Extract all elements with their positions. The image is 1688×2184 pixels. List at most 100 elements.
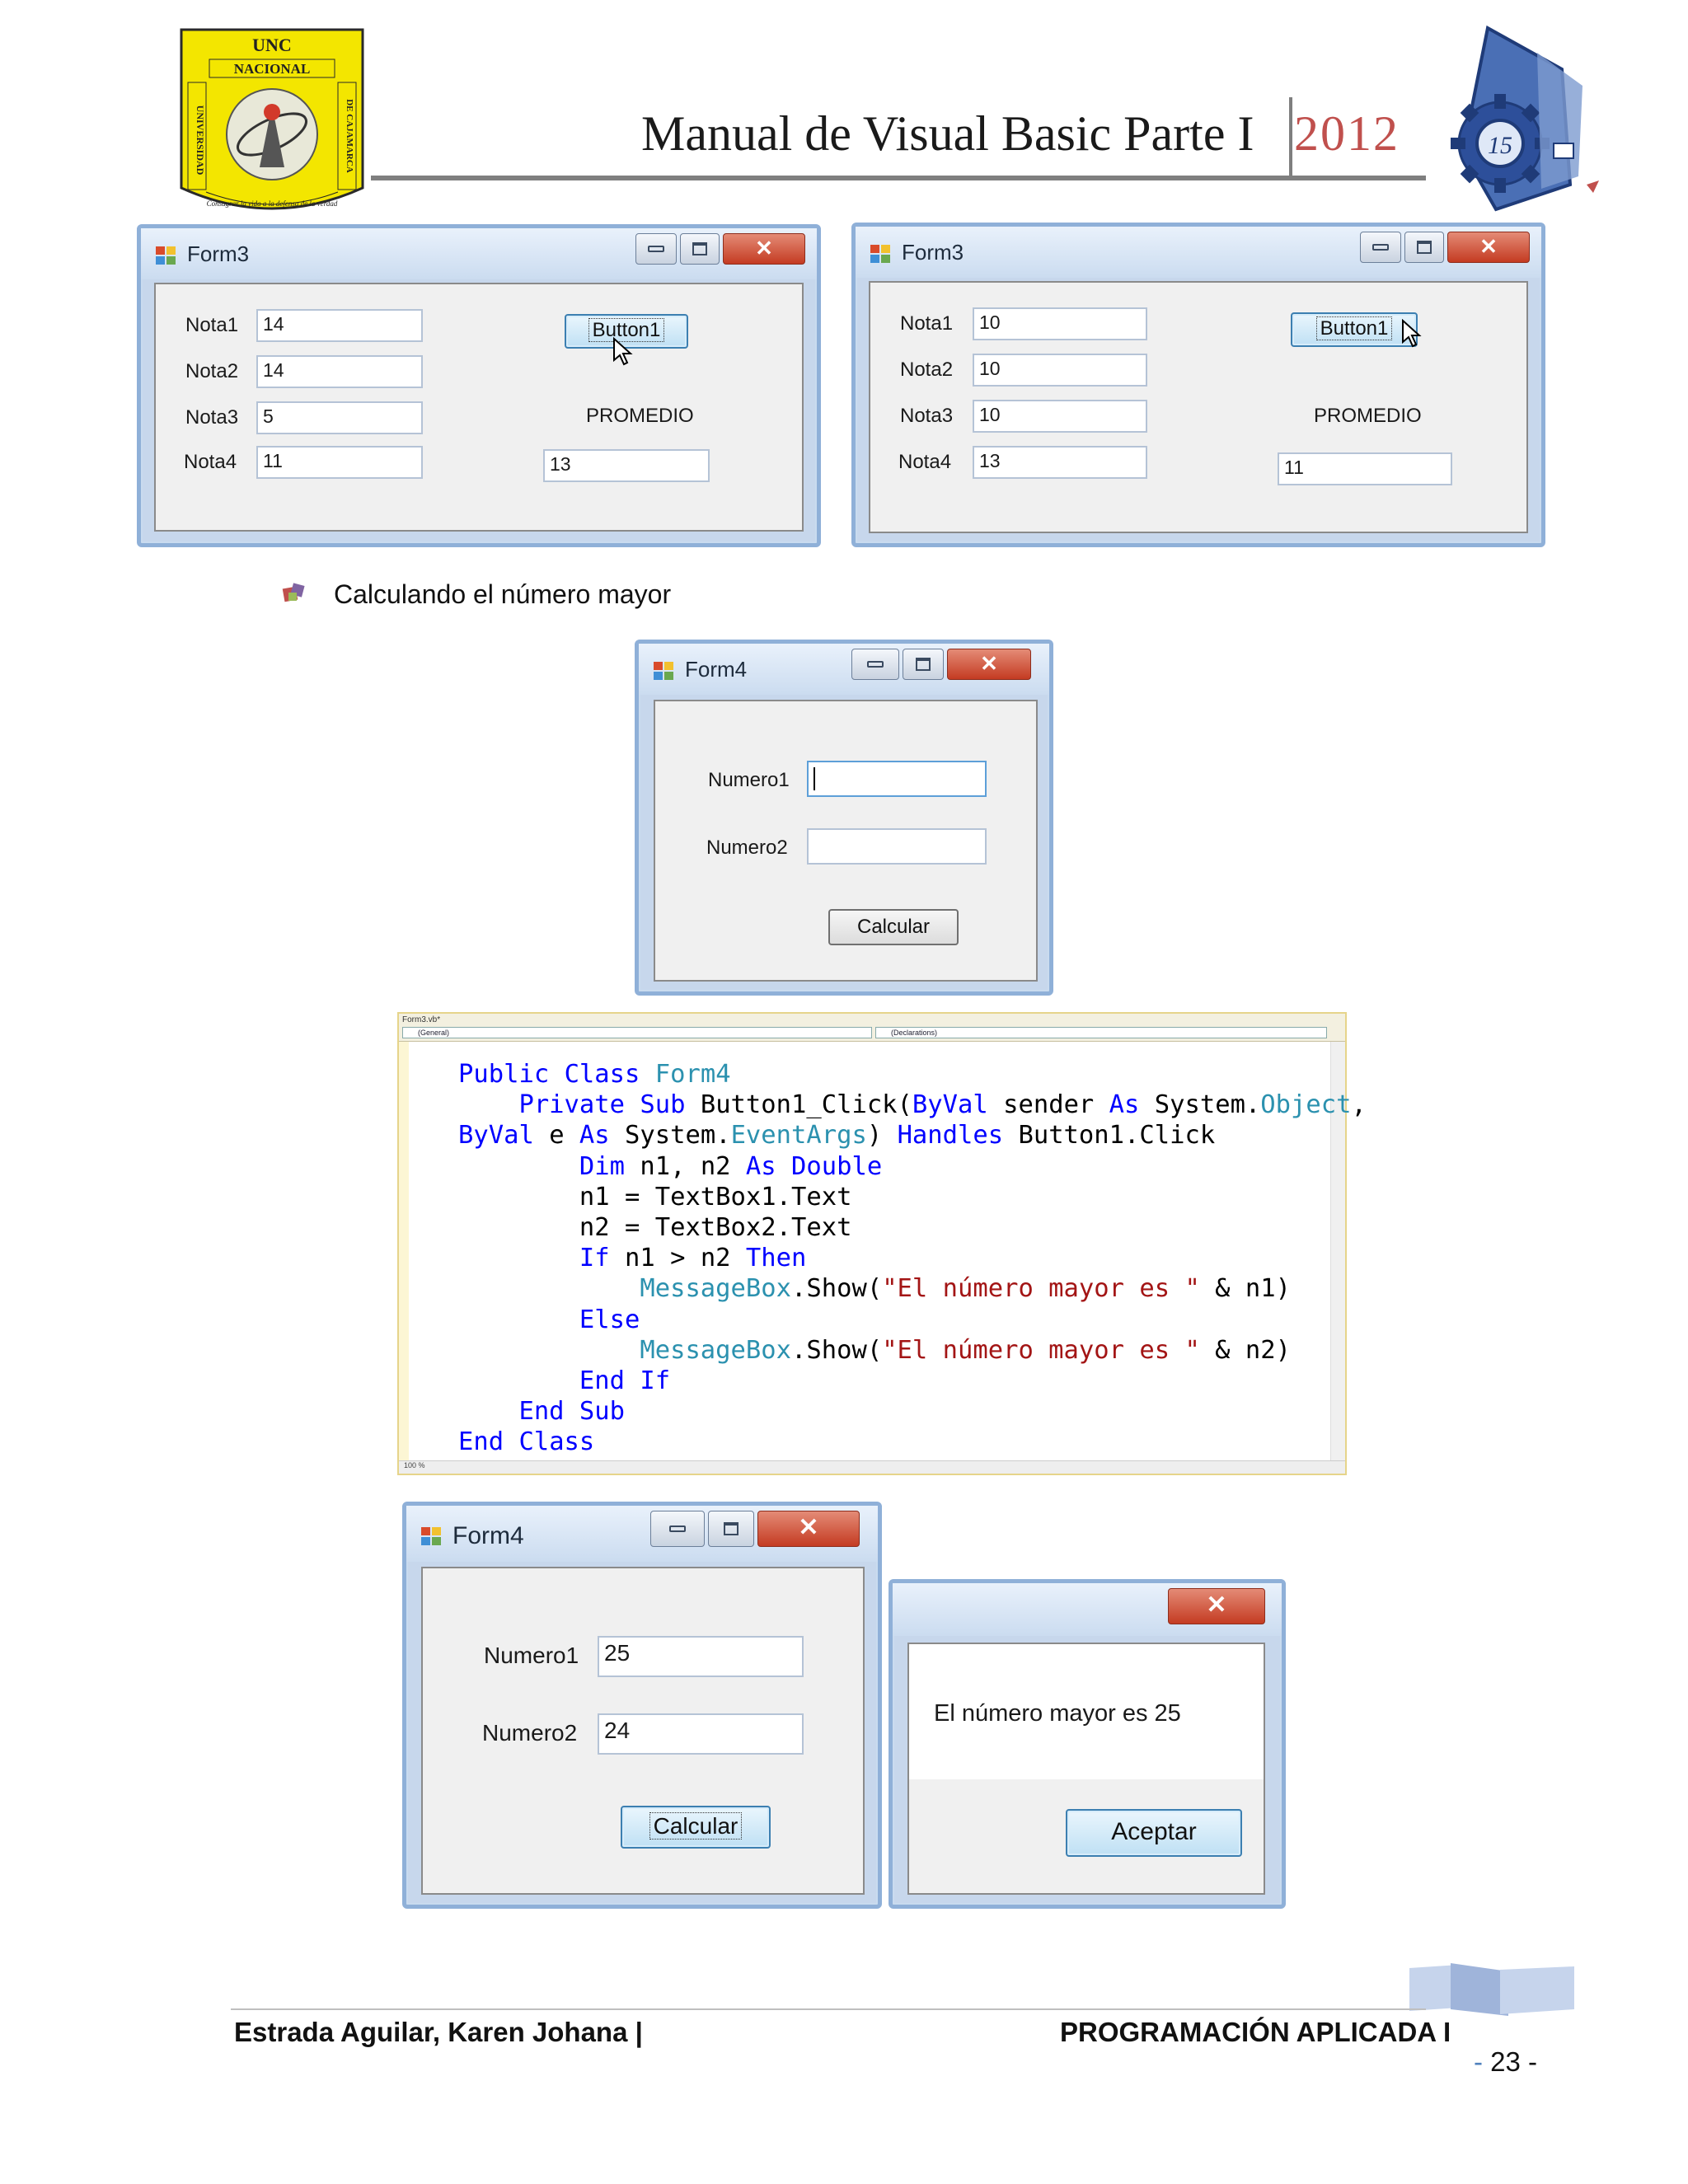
minimize-button[interactable] bbox=[635, 233, 677, 265]
svg-text:UNC: UNC bbox=[252, 35, 292, 55]
promedio-textbox[interactable]: 11 bbox=[1278, 452, 1452, 485]
code-line: End Class bbox=[458, 1427, 595, 1457]
numero2-label: Numero2 bbox=[482, 1720, 578, 1746]
editor-tab[interactable]: Form3.vb* bbox=[402, 1015, 440, 1024]
close-icon: ✕ bbox=[755, 236, 773, 260]
numero1-label: Numero1 bbox=[484, 1643, 579, 1668]
form3-title-bar[interactable]: Form3 ✕ bbox=[141, 228, 817, 279]
page-number-value: 23 bbox=[1490, 2046, 1521, 2077]
nota1-label: Nota1 bbox=[185, 314, 239, 336]
text-caret bbox=[814, 767, 815, 790]
message-box: ✕ El número mayor es 25 Aceptar bbox=[889, 1579, 1286, 1909]
editor-status: 100 % bbox=[399, 1460, 1345, 1474]
nota1-textbox[interactable]: 14 bbox=[256, 309, 423, 342]
calcular-button[interactable]: Calcular bbox=[828, 909, 959, 945]
maximize-button[interactable] bbox=[1404, 232, 1444, 263]
promedio-label: PROMEDIO bbox=[586, 405, 694, 427]
minimize-button[interactable] bbox=[1360, 232, 1401, 263]
title-divider bbox=[1289, 97, 1292, 176]
button1[interactable]: Button1 bbox=[1291, 312, 1418, 347]
nota3-label: Nota3 bbox=[900, 405, 954, 427]
maximize-icon bbox=[1417, 241, 1432, 254]
svg-text:NACIONAL: NACIONAL bbox=[234, 61, 311, 77]
nota4-label: Nota4 bbox=[898, 451, 952, 473]
nota3-textbox[interactable]: 10 bbox=[973, 400, 1147, 433]
maximize-button[interactable] bbox=[708, 1511, 754, 1547]
message-box-client-area: El número mayor es 25 Aceptar bbox=[907, 1643, 1265, 1895]
numero2-textbox[interactable] bbox=[807, 828, 987, 865]
close-button[interactable]: ✕ bbox=[757, 1511, 860, 1547]
numero1-textbox[interactable] bbox=[807, 761, 987, 797]
numero2-textbox[interactable]: 24 bbox=[598, 1713, 804, 1755]
maximize-icon bbox=[724, 1522, 738, 1535]
form-icon bbox=[870, 245, 892, 265]
promedio-textbox[interactable]: 13 bbox=[543, 449, 710, 482]
page-number: - 23 - bbox=[1474, 2046, 1538, 2077]
form4-client-area: Numero1 25 Numero2 24 Calcular bbox=[421, 1567, 865, 1895]
code-line: Else bbox=[579, 1305, 640, 1334]
nota2-textbox[interactable]: 14 bbox=[256, 355, 423, 388]
footer-course: PROGRAMACIÓN APLICADA I bbox=[1060, 2017, 1451, 2047]
code-line: If n1 > n2 Then bbox=[579, 1244, 807, 1273]
nota4-textbox[interactable]: 11 bbox=[256, 446, 423, 479]
close-icon: ✕ bbox=[1479, 234, 1498, 259]
message-text: El número mayor es 25 bbox=[934, 1700, 1181, 1727]
section-heading: Calculando el número mayor bbox=[334, 579, 672, 609]
close-icon: ✕ bbox=[798, 1514, 819, 1541]
code-line: MessageBox.Show("El número mayor es " & … bbox=[640, 1274, 1291, 1304]
code-line: Dim n1, n2 As Double bbox=[579, 1151, 883, 1181]
code-text[interactable]: Public Class Form4 Private Sub Button1_C… bbox=[458, 1059, 1367, 1458]
footer-author: Estrada Aguilar, Karen Johana | bbox=[234, 2017, 643, 2047]
numero1-textbox[interactable]: 25 bbox=[598, 1636, 804, 1677]
close-icon: ✕ bbox=[1206, 1591, 1227, 1619]
code-line: End If bbox=[579, 1366, 671, 1396]
university-seal-logo: UNC NACIONAL UNIVERSIDAD DE CAJAMARCA Co… bbox=[180, 28, 364, 210]
form4-title-bar[interactable]: Form4 ✕ bbox=[639, 644, 1049, 695]
nota1-label: Nota1 bbox=[900, 312, 954, 335]
form3-client-area: Nota1 10 Nota2 10 Nota3 10 Nota4 13 Butt… bbox=[869, 281, 1528, 533]
form3-title-bar[interactable]: Form3 ✕ bbox=[856, 227, 1541, 278]
form4-window-empty: Form4 ✕ Numero1 Numero2 Calcular bbox=[635, 640, 1053, 996]
method-name-combo[interactable]: (Declarations) bbox=[875, 1027, 1327, 1038]
nota4-textbox[interactable]: 13 bbox=[973, 446, 1147, 479]
code-line: MessageBox.Show("El número mayor es " & … bbox=[640, 1335, 1291, 1365]
form4-client-area: Numero1 Numero2 Calcular bbox=[654, 700, 1038, 982]
code-editor[interactable]: Form3.vb* (General) (Declarations) 100 %… bbox=[397, 1012, 1367, 1475]
window-title: Form4 bbox=[685, 657, 748, 682]
calcular-label: Calcular bbox=[649, 1812, 743, 1840]
maximize-icon bbox=[692, 242, 707, 255]
svg-text:UNIVERSIDAD: UNIVERSIDAD bbox=[195, 105, 206, 176]
message-box-title-bar[interactable]: ✕ bbox=[893, 1583, 1282, 1636]
nota1-textbox[interactable]: 10 bbox=[973, 307, 1147, 340]
close-button[interactable]: ✕ bbox=[1447, 232, 1530, 263]
maximize-button[interactable] bbox=[680, 233, 720, 265]
form4-title-bar[interactable]: Form4 ✕ bbox=[406, 1506, 878, 1562]
nota2-label: Nota2 bbox=[900, 359, 954, 381]
close-button[interactable]: ✕ bbox=[723, 233, 805, 265]
class-name-combo[interactable]: (General) bbox=[402, 1027, 872, 1038]
nota3-textbox[interactable]: 5 bbox=[256, 401, 423, 434]
code-line: Private Sub Button1_Click(ByVal sender A… bbox=[518, 1090, 1367, 1120]
close-button[interactable]: ✕ bbox=[947, 649, 1031, 680]
button1-label: Button1 bbox=[1315, 316, 1393, 340]
form-icon bbox=[421, 1527, 443, 1547]
nota4-label: Nota4 bbox=[184, 451, 237, 473]
form-icon bbox=[156, 246, 177, 266]
minimize-button[interactable] bbox=[851, 649, 899, 680]
numero2-label: Numero2 bbox=[706, 837, 788, 859]
maximize-icon bbox=[916, 658, 931, 671]
window-title: Form4 bbox=[452, 1522, 524, 1549]
close-button[interactable]: ✕ bbox=[1168, 1588, 1265, 1624]
editor-toolbar: Form3.vb* (General) (Declarations) bbox=[399, 1014, 1345, 1042]
minimize-icon bbox=[669, 1526, 686, 1532]
maximize-button[interactable] bbox=[903, 649, 944, 680]
nota2-textbox[interactable]: 10 bbox=[973, 354, 1147, 387]
document-title: Manual de Visual Basic Parte I bbox=[641, 106, 1254, 161]
aceptar-button[interactable]: Aceptar bbox=[1066, 1809, 1242, 1857]
footer-ribbon-decoration bbox=[1409, 1963, 1574, 2016]
code-line: n2 = TextBox2.Text bbox=[458, 1213, 852, 1243]
form3-client-area: Nota1 14 Nota2 14 Nota3 5 Nota4 11 Butto… bbox=[154, 283, 804, 532]
calcular-button[interactable]: Calcular bbox=[621, 1806, 771, 1849]
minimize-button[interactable] bbox=[650, 1511, 705, 1547]
zoom-level[interactable]: 100 % bbox=[404, 1461, 425, 1469]
